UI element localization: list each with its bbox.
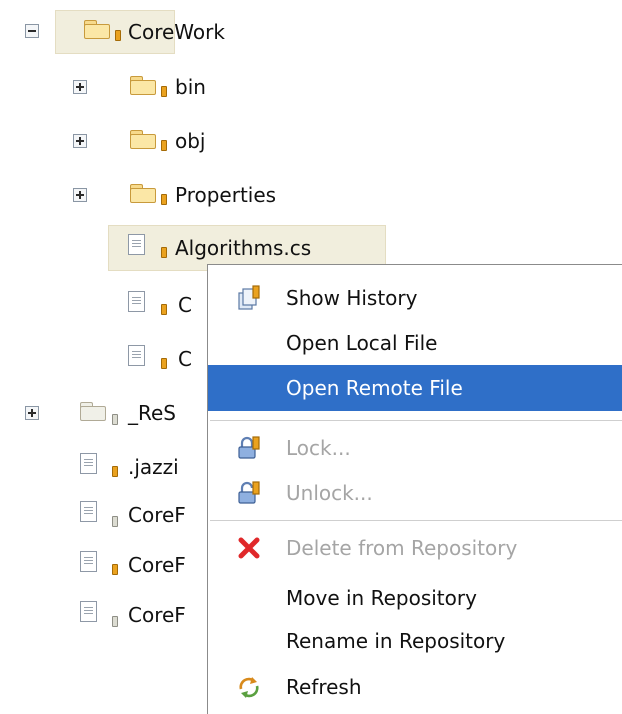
tree-node-file[interactable]: CoreF bbox=[0, 542, 210, 588]
menu-item-label: Rename in Repository bbox=[286, 629, 506, 653]
file-icon bbox=[80, 501, 97, 522]
cs-file-icon bbox=[128, 345, 145, 366]
tree-node-jazzignore[interactable]: .jazzi bbox=[0, 444, 210, 490]
refresh-icon bbox=[239, 677, 259, 698]
lock-icon bbox=[238, 436, 260, 459]
folder-open-icon bbox=[84, 20, 110, 40]
folder-icon bbox=[130, 184, 156, 204]
menu-item-open-local-file[interactable]: Open Local File bbox=[208, 320, 622, 366]
repository-badge-icon bbox=[161, 358, 167, 369]
cs-file-icon bbox=[128, 234, 145, 255]
tree-label: bin bbox=[175, 75, 206, 99]
unversioned-badge-icon bbox=[112, 516, 118, 527]
menu-item-label: Delete from Repository bbox=[286, 536, 518, 560]
tree-label: .jazzi bbox=[128, 455, 179, 479]
tree-node-corework[interactable]: CoreWork bbox=[0, 10, 300, 56]
repository-badge-icon bbox=[112, 466, 118, 477]
folder-icon bbox=[80, 402, 106, 422]
menu-item-open-remote-file[interactable]: Open Remote File bbox=[208, 365, 622, 411]
menu-item-label: Refresh bbox=[286, 675, 362, 699]
menu-item-label: Lock... bbox=[286, 436, 351, 460]
tree-node-obj[interactable]: obj bbox=[0, 118, 260, 164]
menu-item-label: Show History bbox=[286, 286, 418, 310]
file-icon bbox=[80, 551, 97, 572]
history-icon bbox=[238, 285, 260, 310]
menu-item-label: Unlock... bbox=[286, 481, 373, 505]
unversioned-badge-icon bbox=[112, 414, 118, 425]
tree-node-file[interactable]: CoreF bbox=[0, 592, 210, 638]
menu-item-label: Open Remote File bbox=[286, 376, 463, 400]
collapse-toggle-icon[interactable] bbox=[25, 24, 39, 38]
tree-label: Properties bbox=[175, 183, 277, 207]
tree-label: CoreWork bbox=[128, 20, 225, 44]
tree-label: _ReS bbox=[128, 401, 176, 425]
repository-badge-icon bbox=[161, 140, 167, 151]
tree-label: C bbox=[178, 293, 192, 317]
file-icon bbox=[80, 601, 97, 622]
file-icon bbox=[80, 453, 97, 474]
repository-badge-icon bbox=[161, 304, 167, 315]
menu-item-lock[interactable]: Lock... bbox=[208, 425, 622, 471]
repository-badge-icon bbox=[161, 194, 167, 205]
menu-item-unlock[interactable]: Unlock... bbox=[208, 470, 622, 516]
expand-toggle-icon[interactable] bbox=[73, 80, 87, 94]
repository-badge-icon bbox=[161, 86, 167, 97]
tree-label: CoreF bbox=[128, 553, 186, 577]
cs-file-icon bbox=[128, 291, 145, 312]
folder-icon bbox=[130, 130, 156, 150]
menu-item-refresh[interactable]: Refresh bbox=[208, 664, 622, 710]
repository-badge-icon bbox=[112, 564, 118, 575]
repository-badge-icon bbox=[161, 247, 167, 258]
tree-node-file[interactable]: CoreF bbox=[0, 492, 210, 538]
menu-item-rename-in-repository[interactable]: Rename in Repository bbox=[208, 618, 622, 664]
tree-node-bin[interactable]: bin bbox=[0, 64, 260, 110]
context-menu: Show History Open Local File Open Remote… bbox=[207, 264, 622, 714]
tree-node-properties[interactable]: Properties bbox=[0, 172, 340, 218]
menu-item-label: Open Local File bbox=[286, 331, 438, 355]
menu-item-move-in-repository[interactable]: Move in Repository bbox=[208, 575, 622, 621]
menu-separator bbox=[210, 520, 622, 521]
menu-item-delete-from-repository[interactable]: Delete from Repository bbox=[208, 525, 622, 571]
tree-node-file[interactable]: C bbox=[0, 282, 210, 328]
menu-item-show-history[interactable]: Show History bbox=[208, 275, 622, 321]
menu-item-label: Move in Repository bbox=[286, 586, 477, 610]
tree-node-file[interactable]: C bbox=[0, 336, 210, 382]
tree-label: CoreF bbox=[128, 603, 186, 627]
repository-badge-icon bbox=[115, 30, 121, 41]
expand-toggle-icon[interactable] bbox=[73, 188, 87, 202]
tree-label: CoreF bbox=[128, 503, 186, 527]
unlock-icon bbox=[238, 481, 260, 504]
delete-icon bbox=[238, 537, 260, 559]
tree-label: Algorithms.cs bbox=[175, 236, 312, 260]
tree-label: obj bbox=[175, 129, 206, 153]
tree-node-resources[interactable]: _ReS bbox=[0, 390, 210, 436]
expand-toggle-icon[interactable] bbox=[73, 134, 87, 148]
expand-toggle-icon[interactable] bbox=[25, 406, 39, 420]
tree-label: C bbox=[178, 347, 192, 371]
folder-icon bbox=[130, 76, 156, 96]
unversioned-badge-icon bbox=[112, 616, 118, 627]
menu-separator bbox=[210, 420, 622, 421]
